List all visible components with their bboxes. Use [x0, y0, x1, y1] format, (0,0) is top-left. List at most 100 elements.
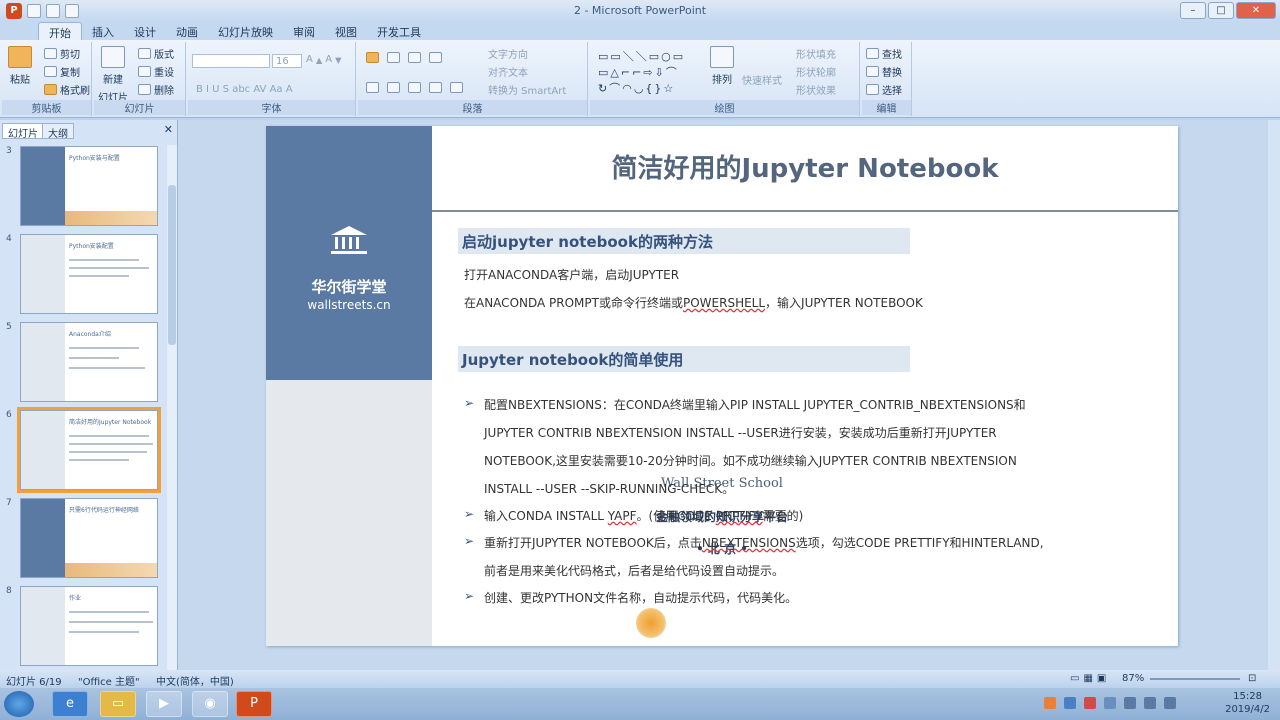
- align-right-icon: [408, 82, 421, 93]
- tab-review[interactable]: 审阅: [283, 22, 325, 40]
- tab-outline-pane[interactable]: 大纲: [42, 123, 74, 140]
- slide-thumbnail-selected[interactable]: 简洁好用的Jupyter Notebook: [17, 407, 161, 493]
- tab-view[interactable]: 视图: [325, 22, 367, 40]
- tab-developer[interactable]: 开发工具: [367, 22, 431, 40]
- paste-button[interactable]: 粘贴: [8, 46, 32, 86]
- font-format-buttons[interactable]: B I U S abc AV Aa A: [196, 84, 293, 95]
- tab-design[interactable]: 设计: [124, 22, 166, 40]
- copy-button[interactable]: 复制: [44, 64, 80, 79]
- ribbon: 粘贴 剪切 复制 格式刷 剪贴板 新建 幻灯片 版式 重设 删除 幻灯片 16 A…: [0, 40, 1280, 118]
- shape-effects-button[interactable]: 形状效果: [796, 82, 836, 97]
- layout-button[interactable]: 版式: [138, 46, 174, 61]
- align-left-icon: [366, 82, 379, 93]
- select-button[interactable]: 选择: [866, 82, 902, 97]
- keyboard-icon[interactable]: [1164, 697, 1176, 709]
- text-direction-button[interactable]: 文字方向: [488, 46, 528, 61]
- font-size-input[interactable]: 16: [272, 54, 302, 68]
- tray-app-icon[interactable]: [1084, 697, 1096, 709]
- shape-outline-button[interactable]: 形状轮廓: [796, 64, 836, 79]
- replace-icon: [866, 66, 879, 77]
- view-buttons[interactable]: ▭▦▣: [1070, 673, 1110, 684]
- slides-pane-scrollbar[interactable]: [167, 145, 177, 670]
- system-clock[interactable]: 15:28 2019/4/2: [1225, 690, 1270, 716]
- usage-item-1-cont: INSTALL --USER --SKIP-RUNNING-CHECK。: [484, 482, 735, 496]
- tab-slides-pane[interactable]: 幻灯片: [2, 123, 44, 140]
- slide-thumbnail[interactable]: 作业: [20, 586, 158, 666]
- taskbar: e ▭ ▶ ◉ P 15:28 2019/4/2: [0, 688, 1280, 720]
- arrange-button[interactable]: 排列: [710, 46, 734, 86]
- tab-animations[interactable]: 动画: [166, 22, 208, 40]
- close-pane-icon[interactable]: ✕: [164, 123, 173, 136]
- close-button[interactable]: ✕: [1236, 2, 1276, 19]
- ribbon-tabs: 开始 插入 设计 动画 幻灯片放映 审阅 视图 开发工具: [0, 22, 1280, 40]
- shapes-gallery-row3[interactable]: ↻⌒◠◡{}☆: [598, 80, 675, 96]
- slide-canvas[interactable]: 华尔街学堂 wallstreets.cn Wall Street School …: [266, 126, 1178, 646]
- font-name-input[interactable]: [192, 54, 270, 68]
- browser-icon[interactable]: e: [52, 691, 88, 717]
- align-buttons[interactable]: [366, 82, 463, 93]
- slide-thumbnail[interactable]: Python安装与配置: [20, 146, 158, 226]
- fit-to-window-icon[interactable]: ⊡: [1248, 673, 1256, 684]
- usage-item-3: 重新打开JUPYTER NOTEBOOK后，点击NBEXTENSIONS选项，勾…: [484, 536, 1044, 550]
- quick-styles-button[interactable]: 快速样式: [742, 72, 782, 87]
- find-button[interactable]: 查找: [866, 46, 902, 61]
- thumb-title: 作业: [69, 595, 82, 602]
- tray-app-icon[interactable]: [1044, 697, 1056, 709]
- layout-icon: [138, 48, 151, 59]
- drawing-group: ▭▭＼＼▭○▭ ▭△⌐⌐⇨⇩⌒ ↻⌒◠◡{}☆ 排列 快速样式 形状填充 形状轮…: [590, 42, 860, 116]
- powerpoint-taskbar-icon[interactable]: P: [236, 691, 272, 717]
- list-buttons[interactable]: [366, 52, 442, 63]
- thumb-number: 6: [6, 410, 12, 420]
- reset-button[interactable]: 重设: [138, 64, 174, 79]
- status-bar: 幻灯片 6/19 "Office 主题" 中文(简体，中国) ▭▦▣ 87% ⊡: [0, 670, 1280, 688]
- copy-icon: [44, 66, 57, 77]
- brand-panel: 华尔街学堂 wallstreets.cn: [266, 126, 432, 380]
- usage-item-3-cont: 前者是用来美化代码格式，后者是给代码设置自动提示。: [484, 564, 785, 578]
- smartart-button[interactable]: 转换为 SmartArt: [488, 82, 566, 97]
- chrome-icon[interactable]: ◉: [192, 691, 228, 717]
- usage-item-1-cont: NOTEBOOK,这里安装需要10-20分钟时间。如不成功继续输入JUPYTER…: [484, 454, 1017, 468]
- thumb-number: 4: [6, 234, 12, 244]
- slide-thumbnail[interactable]: 只需6行代码运行神经网络: [20, 498, 158, 578]
- shapes-gallery-row2[interactable]: ▭△⌐⌐⇨⇩⌒: [598, 64, 679, 80]
- maximize-button[interactable]: □: [1208, 2, 1234, 19]
- zoom-level[interactable]: 87%: [1122, 673, 1144, 684]
- brush-icon: [44, 84, 57, 95]
- start-button[interactable]: [4, 691, 34, 717]
- replace-button[interactable]: 替换: [866, 64, 902, 79]
- scrollbar-thumb[interactable]: [168, 185, 176, 345]
- format-painter-button[interactable]: 格式刷: [44, 82, 90, 97]
- tab-home[interactable]: 开始: [38, 22, 82, 40]
- new-slide-button[interactable]: 新建 幻灯片: [98, 46, 128, 104]
- thumb-title: Python安装配置: [69, 243, 114, 250]
- tab-insert[interactable]: 插入: [82, 22, 124, 40]
- clipboard-group: 粘贴 剪切 复制 格式刷 剪贴板: [2, 42, 92, 116]
- language[interactable]: 中文(简体，中国): [156, 673, 234, 688]
- folder-icon[interactable]: ▭: [100, 691, 136, 717]
- cut-button[interactable]: 剪切: [44, 46, 80, 61]
- tray-app-icon[interactable]: [1104, 697, 1116, 709]
- network-icon[interactable]: [1124, 697, 1136, 709]
- slide-thumbnail[interactable]: Python安装配置: [20, 234, 158, 314]
- volume-icon[interactable]: [1144, 697, 1156, 709]
- zoom-slider[interactable]: [1150, 678, 1240, 680]
- tray-app-icon[interactable]: [1064, 697, 1076, 709]
- arrange-icon: [710, 46, 734, 68]
- delete-icon: [138, 84, 151, 95]
- grow-font-button[interactable]: A ▲ A ▼: [306, 54, 342, 65]
- shapes-gallery[interactable]: ▭▭＼＼▭○▭: [598, 48, 685, 64]
- shape-fill-button[interactable]: 形状填充: [796, 46, 836, 61]
- title-divider: [432, 210, 1178, 212]
- tab-slideshow[interactable]: 幻灯片放映: [208, 22, 283, 40]
- editor-scrollbar[interactable]: [1268, 120, 1280, 670]
- reset-icon: [138, 66, 151, 77]
- justify-icon: [429, 82, 442, 93]
- media-player-icon[interactable]: ▶: [146, 691, 182, 717]
- slide-thumbnail[interactable]: Anaconda介绍: [20, 322, 158, 402]
- delete-button[interactable]: 删除: [138, 82, 174, 97]
- bullet-arrow-icon: ➢: [464, 507, 475, 521]
- thumb-number: 5: [6, 322, 12, 332]
- slide-title[interactable]: 简洁好用的Jupyter Notebook: [432, 148, 1178, 185]
- align-text-button[interactable]: 对齐文本: [488, 64, 528, 79]
- minimize-button[interactable]: –: [1180, 2, 1206, 19]
